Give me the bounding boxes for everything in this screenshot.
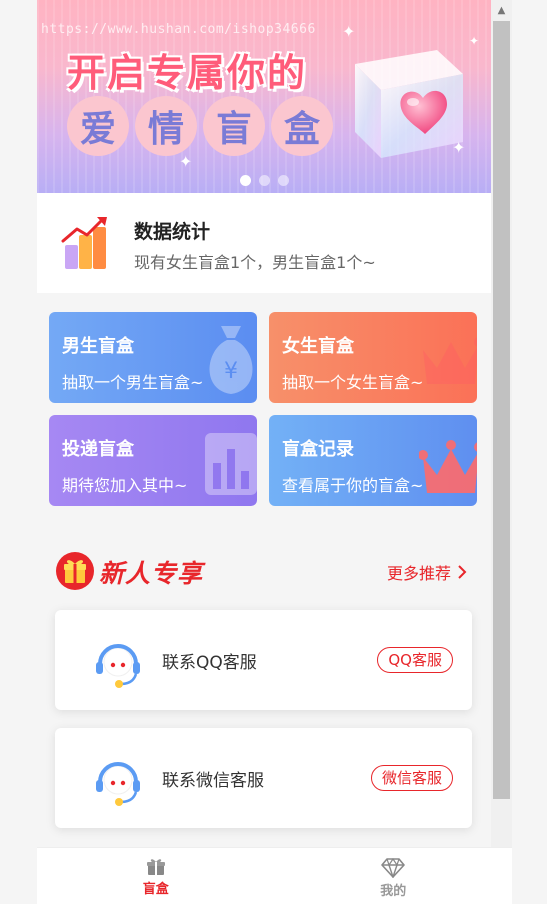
chevron-right-icon [458,565,467,579]
crown-icon [423,337,477,384]
page: https://www.hushan.com/ishop34666 开启专属你的… [0,0,547,904]
boy-box-title: 男生盲盒 [62,336,134,357]
banner-char-3: 盲 [203,96,265,156]
qq-service-card[interactable]: 联系QQ客服 QQ客服 [55,610,472,710]
banner-char-2: 情 [135,96,197,156]
headset-icon [96,762,140,806]
carousel-dot-1[interactable] [239,175,251,186]
sparkle-icon: ✦ [179,152,193,171]
stats-subtitle: 现有女生盲盒1个，男生盲盒1个~ [134,253,376,272]
record-box-desc: 查看属于你的盲盒~ [282,476,424,495]
money-bag-icon: ¥ [209,326,253,394]
stats-panel: 数据统计 现有女生盲盒1个，男生盲盒1个~ [37,193,491,293]
sparkle-icon: ✦ [342,22,356,41]
wechat-service-button[interactable]: 微信客服 [370,765,453,791]
sparkle-icon: ✦ [452,138,466,157]
headset-icon [96,644,140,688]
carousel-dot-2[interactable] [258,175,270,186]
bottom-tab-bar: 盲盒 我的 [37,847,512,904]
banner-subheadline: 爱 情 盲 盒 [67,96,337,156]
carousel-indicators [37,175,491,186]
boy-box-card[interactable]: ¥ 男生盲盒 抽取一个男生盲盒~ [49,312,257,403]
banner-char-4: 盒 [271,96,333,156]
tab-blind-box[interactable]: 盲盒 [37,848,275,904]
stats-title: 数据统计 [134,221,211,243]
vertical-scrollbar[interactable]: ▲ [491,0,512,847]
scrollbar-thumb[interactable] [493,21,510,799]
scroll-up-arrow-icon[interactable]: ▲ [491,0,512,21]
post-box-title: 投递盲盒 [62,439,134,460]
heart-cube-illustration [355,50,463,158]
girl-box-card[interactable]: 女生盲盒 抽取一个女生盲盒~ [269,312,477,403]
post-box-card[interactable]: 投递盲盒 期待您加入其中~ [49,415,257,506]
boy-box-desc: 抽取一个男生盲盒~ [62,373,204,392]
tab-blind-box-label: 盲盒 [142,882,169,897]
post-box-desc: 期待您加入其中~ [62,476,188,495]
wechat-service-label: 联系微信客服 [162,771,264,791]
banner-headline: 开启专属你的 [67,51,308,95]
banner-carousel[interactable]: https://www.hushan.com/ishop34666 开启专属你的… [37,0,491,193]
banner-char-1: 爱 [67,96,129,156]
qq-service-label: 联系QQ客服 [162,653,257,673]
bar-chart-icon [205,433,257,495]
qq-service-button[interactable]: QQ客服 [377,647,453,673]
section-title: 新人专享 [99,559,204,588]
record-box-title: 盲盒记录 [282,439,354,460]
girl-box-title: 女生盲盒 [282,336,354,357]
diamond-icon [381,858,406,878]
carousel-dot-3[interactable] [277,175,289,186]
crown-icon [419,440,477,493]
gift-icon [146,859,165,875]
more-recommend-label: 更多推荐 [387,564,452,583]
gift-icon [56,552,94,590]
banner-watermark: https://www.hushan.com/ishop34666 [41,22,316,37]
wechat-service-card[interactable]: 联系微信客服 微信客服 [55,728,472,828]
bar-chart-icon [61,217,107,269]
tab-mine[interactable]: 我的 [275,848,513,904]
svg-text:¥: ¥ [224,359,238,384]
app-content: https://www.hushan.com/ishop34666 开启专属你的… [37,0,491,904]
sparkle-icon: ✦ [469,34,480,48]
record-box-card[interactable]: 盲盒记录 查看属于你的盲盒~ [269,415,477,506]
girl-box-desc: 抽取一个女生盲盒~ [282,373,424,392]
more-recommend-link[interactable]: 更多推荐 [387,560,467,584]
tab-mine-label: 我的 [380,884,407,899]
